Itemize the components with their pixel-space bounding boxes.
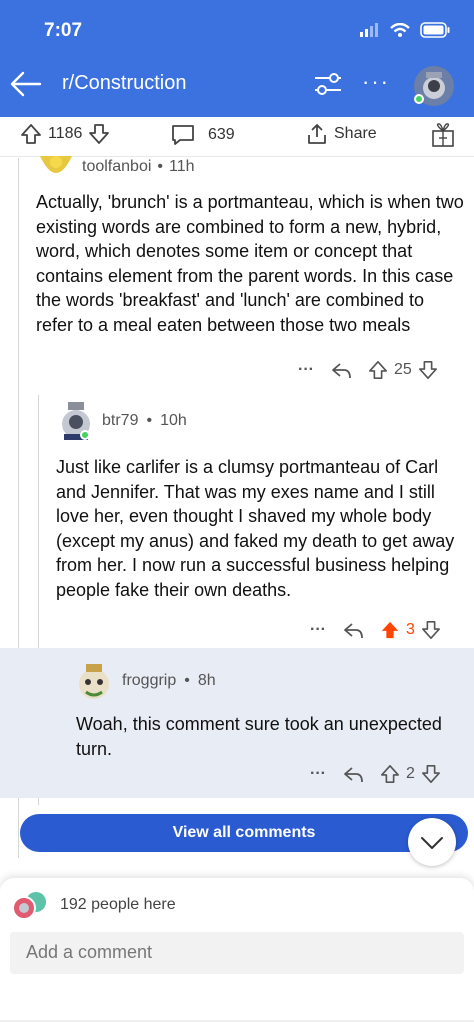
comment-more-icon[interactable]: ···	[310, 765, 326, 783]
vote-group: 1186	[20, 123, 110, 145]
people-avatars-icon	[12, 892, 46, 920]
comment-actions: ··· 2	[310, 764, 441, 784]
comment-count: 639	[208, 126, 235, 143]
wifi-icon	[390, 23, 410, 37]
reply-icon[interactable]	[342, 764, 364, 784]
back-arrow-icon[interactable]	[10, 70, 42, 98]
share-button[interactable]: Share	[306, 123, 377, 145]
comments-button[interactable]: 639	[170, 123, 235, 147]
signal-icon	[360, 23, 378, 37]
comment-actions: ··· 3	[310, 620, 441, 640]
people-here-text: 192 people here	[60, 896, 176, 913]
nav-bar: r/Construction ···	[0, 58, 474, 110]
app-header: 7:07 r/Construction ···	[0, 0, 474, 117]
avatar[interactable]	[58, 400, 94, 442]
downvote-icon[interactable]	[418, 360, 438, 380]
comment-age: 11h	[169, 158, 195, 175]
comment-vote: 2	[380, 764, 441, 784]
sort-filter-icon[interactable]	[312, 68, 344, 100]
award-icon[interactable]	[430, 123, 456, 149]
reply-icon[interactable]	[342, 620, 364, 640]
comment-header: froggrip • 8h	[74, 660, 216, 702]
comment-vote: 3	[380, 620, 441, 640]
comment-body: Just like carlifer is a clumsy portmante…	[56, 457, 455, 600]
share-label: Share	[334, 125, 377, 142]
comment-username[interactable]: btr79	[102, 412, 138, 430]
avatar-icon[interactable]	[36, 156, 76, 178]
comment-vote: 25	[368, 360, 438, 380]
reply-icon[interactable]	[330, 360, 352, 380]
comment-score: 2	[405, 765, 415, 782]
upvote-icon[interactable]	[368, 360, 388, 380]
comment-header: btr79 • 10h	[58, 400, 187, 442]
chevron-down-icon	[421, 837, 443, 849]
downvote-icon[interactable]	[88, 123, 110, 145]
status-icons	[360, 22, 450, 38]
upvote-icon[interactable]	[380, 764, 400, 784]
add-comment-input[interactable]: Add a comment	[10, 932, 464, 974]
comment-actions: ··· 25	[298, 360, 438, 380]
comment-age: 10h	[160, 412, 187, 429]
separator-dot: •	[146, 412, 153, 429]
post-action-bar: 1186 639 Share	[0, 117, 474, 157]
comment-more-icon[interactable]: ···	[310, 621, 326, 639]
comment-username[interactable]: toolfanboi	[82, 158, 151, 176]
status-bar: 7:07	[0, 18, 474, 48]
downvote-icon[interactable]	[421, 764, 441, 784]
comment-score: 25	[393, 361, 412, 378]
comment-more-icon[interactable]: ···	[298, 361, 314, 379]
comment-composer-panel: 192 people here Add a comment	[0, 878, 474, 1025]
comment-score: 3	[405, 621, 415, 638]
comment-age: 8h	[197, 672, 216, 689]
more-options-icon[interactable]: ···	[362, 70, 390, 94]
status-time: 7:07	[44, 20, 83, 41]
comment-bubble-icon	[172, 125, 194, 145]
post-score: 1186	[48, 125, 83, 142]
upvote-active-icon[interactable]	[380, 620, 400, 640]
separator-dot: •	[157, 158, 163, 175]
comment-body: Actually, 'brunch' is a portmanteau, whi…	[36, 192, 464, 335]
comment-body: Woah, this comment sure took an unexpect…	[76, 714, 442, 759]
collapse-button[interactable]	[408, 818, 456, 866]
comment-username[interactable]: froggrip	[122, 672, 176, 690]
view-all-comments-button[interactable]: View all comments	[20, 814, 468, 852]
subreddit-title[interactable]: r/Construction	[62, 72, 187, 95]
avatar-icon[interactable]	[74, 660, 114, 702]
online-status-dot	[80, 430, 90, 440]
downvote-icon[interactable]	[421, 620, 441, 640]
upvote-icon[interactable]	[20, 123, 42, 145]
comment-header: toolfanboi • 11h	[36, 156, 195, 178]
home-indicator	[0, 1020, 474, 1022]
battery-icon	[420, 22, 450, 38]
online-status-dot	[414, 94, 424, 104]
separator-dot: •	[184, 672, 190, 689]
share-icon	[308, 124, 326, 144]
